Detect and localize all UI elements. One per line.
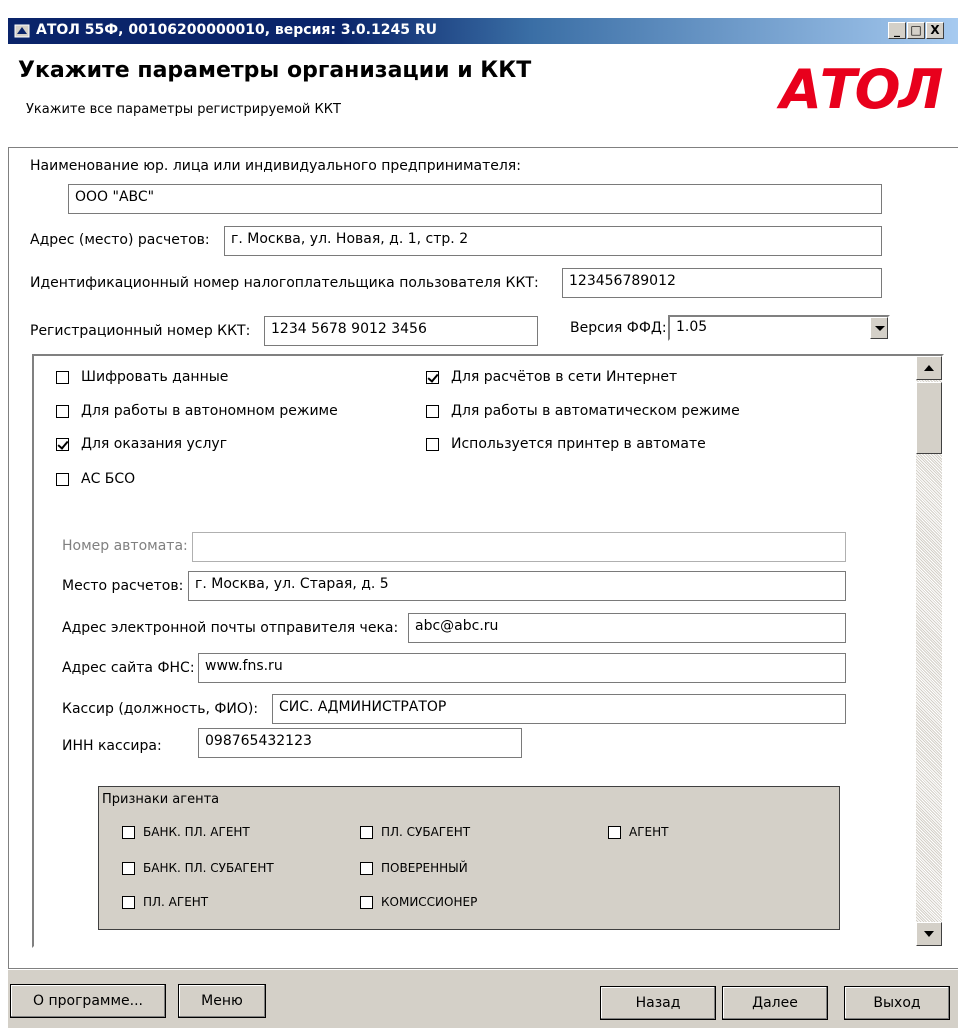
org-name-label: Наименование юр. лица или индивидуальног… [30,158,521,174]
cashier-input[interactable]: СИС. АДМИНИСТРАТОР [272,694,846,724]
agent-checkbox-pay-agent[interactable]: ПЛ. АГЕНТ [122,895,208,909]
automat-input[interactable] [192,532,846,562]
checkbox-box[interactable] [122,861,135,875]
regnum-label: Регистрационный номер ККТ: [30,323,251,339]
ffd-label: Версия ФФД: [570,320,667,336]
checkbox-box[interactable] [360,825,373,839]
checkbox-internet[interactable]: Для расчётов в сети Интернет [426,369,677,385]
cashier-label: Кассир (должность, ФИО): [62,701,259,717]
scroll-thumb[interactable] [916,382,942,454]
checkbox-box[interactable] [360,861,373,875]
agent-checkbox-commission[interactable]: КОМИССИОНЕР [360,895,477,909]
scroll-down-button[interactable] [916,922,942,946]
checkbox-autonomous[interactable]: Для работы в автономном режиме [56,403,338,419]
checkbox-label: Для расчётов в сети Интернет [451,369,678,385]
checkbox-services[interactable]: Для оказания услуг [56,436,227,452]
content-left-border [8,148,9,968]
page-subtitle: Укажите все параметры регистрируемой ККТ [26,102,341,117]
checkbox-box[interactable] [56,370,69,384]
inn-label: Идентификационный номер налогоплательщик… [30,275,539,291]
back-button[interactable]: Назад [600,986,716,1020]
checkbox-label: ПЛ. АГЕНТ [143,895,209,909]
checkbox-label: АС БСО [81,471,136,487]
close-button[interactable]: X [926,22,944,39]
exit-button[interactable]: Выход [844,986,950,1020]
checkbox-automatic[interactable]: Для работы в автоматическом режиме [426,403,740,419]
agent-checkbox-attorney[interactable]: ПОВЕРЕННЫЙ [360,861,468,875]
ffd-select-value: 1.05 [676,319,708,335]
checkbox-box[interactable] [608,825,621,839]
checkbox-label: БАНК. ПЛ. АГЕНТ [143,825,250,839]
cashier-inn-label: ИНН кассира: [62,738,162,754]
ffd-select[interactable]: 1.05 [668,315,890,341]
cashier-inn-input[interactable]: 098765432123 [198,728,522,758]
menu-button[interactable]: Меню [178,984,266,1018]
checkbox-label: ПЛ. СУБАГЕНТ [381,825,471,839]
agent-checkbox-pay-subagent[interactable]: ПЛ. СУБАГЕНТ [360,825,470,839]
window-titlebar: АТОЛ 55Ф, 00106200000010, версия: 3.0.12… [0,0,958,44]
checkbox-label: Для работы в автономном режиме [81,403,338,419]
place-label: Место расчетов: [62,578,184,594]
email-input[interactable]: abc@abc.ru [408,613,846,643]
app-icon [14,24,30,38]
agent-checkbox-bank-subagent[interactable]: БАНК. ПЛ. СУБАГЕНТ [122,861,274,875]
place-input[interactable]: г. Москва, ул. Старая, д. 5 [188,571,846,601]
checkbox-box[interactable] [56,472,69,486]
checkbox-label: ПОВЕРЕННЫЙ [381,861,468,875]
scroll-up-button[interactable] [916,356,942,380]
checkbox-label: АГЕНТ [629,825,669,839]
fns-label: Адрес сайта ФНС: [62,660,195,676]
titlebar-background: АТОЛ 55Ф, 00106200000010, версия: 3.0.12… [8,18,958,44]
agent-checkbox-agent[interactable]: АГЕНТ [608,825,668,839]
chevron-down-icon[interactable] [870,317,888,339]
checkbox-box[interactable] [122,895,135,909]
checkbox-label: БАНК. ПЛ. СУБАГЕНТ [143,861,274,875]
checkbox-as-bso[interactable]: АС БСО [56,471,135,487]
checkbox-box[interactable] [56,437,69,451]
org-name-input[interactable]: ООО "ABC" [68,184,882,214]
checkbox-box[interactable] [56,404,69,418]
page-title: Укажите параметры организации и ККТ [18,58,532,83]
checkbox-label: Для оказания услуг [81,436,228,452]
checkbox-box[interactable] [426,437,439,451]
automat-label: Номер автомата: [62,538,188,554]
agent-group-title: Признаки агента [102,792,220,807]
email-label: Адрес электронной почты отправителя чека… [62,620,399,636]
address-input[interactable]: г. Москва, ул. Новая, д. 1, стр. 2 [224,226,882,256]
header-divider [8,147,958,149]
window-title: АТОЛ 55Ф, 00106200000010, версия: 3.0.12… [36,22,437,38]
agent-checkbox-bank-agent[interactable]: БАНК. ПЛ. АГЕНТ [122,825,250,839]
checkbox-box[interactable] [426,404,439,418]
checkbox-printer[interactable]: Используется принтер в автомате [426,436,706,452]
checkbox-label: Для работы в автоматическом режиме [451,403,740,419]
about-button[interactable]: О программе... [10,984,166,1018]
checkbox-box[interactable] [426,370,439,384]
checkbox-encrypt[interactable]: Шифровать данные [56,369,228,385]
checkbox-box[interactable] [122,825,135,839]
atol-logo: АТОЛ [780,58,943,121]
next-button[interactable]: Далее [722,986,828,1020]
maximize-button[interactable]: □ [907,22,925,39]
checkbox-label: Шифровать данные [81,369,229,385]
checkbox-label: Используется принтер в автомате [451,436,706,452]
minimize-button[interactable]: _ [888,22,906,39]
address-label: Адрес (место) расчетов: [30,232,210,248]
inn-input[interactable]: 123456789012 [562,268,882,298]
regnum-input[interactable]: 1234 5678 9012 3456 [264,316,538,346]
checkbox-label: КОМИССИОНЕР [381,895,478,909]
checkbox-box[interactable] [360,895,373,909]
vertical-scrollbar[interactable] [916,356,942,946]
fns-input[interactable]: www.fns.ru [198,653,846,683]
